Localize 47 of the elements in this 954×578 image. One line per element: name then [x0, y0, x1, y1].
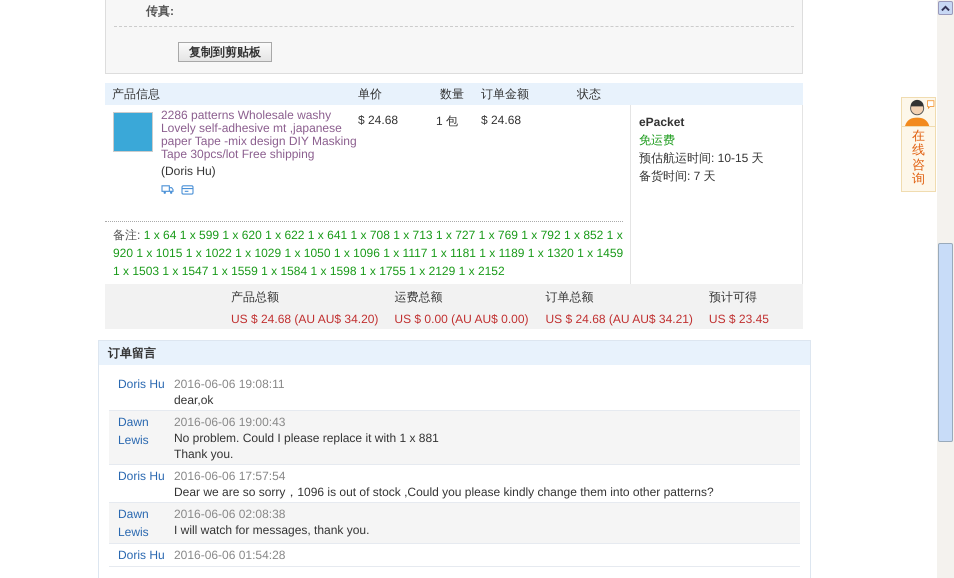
total-value: US $ 23.45	[708, 311, 769, 328]
card-icon[interactable]	[181, 184, 194, 195]
table-cell-text: $ 24.68	[358, 112, 400, 129]
truck-icon[interactable]	[161, 184, 174, 195]
avatar-icon	[902, 98, 936, 127]
total-label: 运费总额	[394, 289, 444, 306]
table-cell-text: $ 24.68	[481, 112, 522, 129]
table-cell-text: 1 包	[436, 113, 460, 130]
copy-button[interactable]: 复制到剪贴板	[178, 42, 272, 62]
message-time: 2016-06-06 17:57:54	[174, 468, 286, 484]
author-link[interactable]: Doris Hu	[118, 375, 174, 408]
message-text: dear,ok	[174, 392, 214, 408]
author-link[interactable]: Doris Hu	[118, 546, 174, 564]
total-label: 预计可得	[708, 289, 758, 306]
message-time: 2016-06-06 02:08:38	[174, 506, 286, 522]
message-time: 2016-06-06 01:54:28	[174, 547, 286, 563]
total-value: US $ 24.68 (AU AU$ 34.20)	[231, 311, 378, 328]
fax-label: 传真:	[114, 4, 794, 27]
scroll-thumb[interactable]	[938, 243, 953, 442]
author-link[interactable]: Doris Hu	[118, 467, 174, 500]
messages-title: 订单留言	[99, 341, 810, 365]
total-label: 订单总额	[546, 289, 594, 306]
scroll-up-button[interactable]	[938, 1, 953, 15]
handling-time: 备货时间: 7 天	[639, 168, 717, 185]
seller-name: (Doris Hu)	[161, 164, 217, 178]
total-value: US $ 0.00 (AU AU$ 0.00)	[394, 311, 528, 328]
shipping-method: ePacket	[639, 114, 686, 131]
order-note: 备注: 1 x 64 1 x 599 1 x 620 1 x 622 1 x 641 1 x 708 1 x 713 1 x 727 1 x 769 1 x 792 1 x 852 1 x 920 1 x 1015 1 x 1022 1 x 1029 1 x 1050 1 x 1096 1 x 1117 1 x 1181 1 x 1189 1 x 1320 1 x 1459 1 x 1503 1 x 1547 1 x 1559 1 x 1584 1 x 1598 1 x 1755 1 x 2129 1 x 2152	[112, 227, 624, 280]
column-header: 订单金额	[481, 86, 530, 102]
message-text: Thank you.	[174, 446, 234, 462]
column-header: 产品信息	[111, 86, 161, 102]
online-consult-button[interactable]: 在线咨询	[901, 97, 936, 192]
column-header: 单价	[358, 86, 383, 102]
message-time: 2016-06-06 19:08:11	[174, 376, 285, 392]
total-value: US $ 24.68 (AU AU$ 34.21)	[546, 311, 693, 328]
column-header: 数量	[440, 86, 465, 102]
message-text: Dear we are so sorry，1096 is out of stock ,Could you please kindly change them into other patterns?	[174, 484, 714, 500]
message-text: No problem. Could I please replace it with 1 x 881	[174, 430, 439, 446]
product-photo-placeholder	[113, 112, 153, 152]
column-header: 状态	[577, 86, 602, 102]
author-link[interactable]: Dawn Lewis	[118, 413, 174, 462]
message-text: I will watch for messages, thank you.	[174, 522, 370, 538]
message-time: 2016-06-06 19:00:43	[174, 414, 286, 430]
author-link[interactable]: Dawn Lewis	[118, 505, 174, 541]
total-label: 产品总额	[231, 289, 280, 306]
delivery-time: 预估航运时间: 10-15 天	[639, 150, 764, 167]
shipping-fee: 免运费	[639, 132, 676, 149]
